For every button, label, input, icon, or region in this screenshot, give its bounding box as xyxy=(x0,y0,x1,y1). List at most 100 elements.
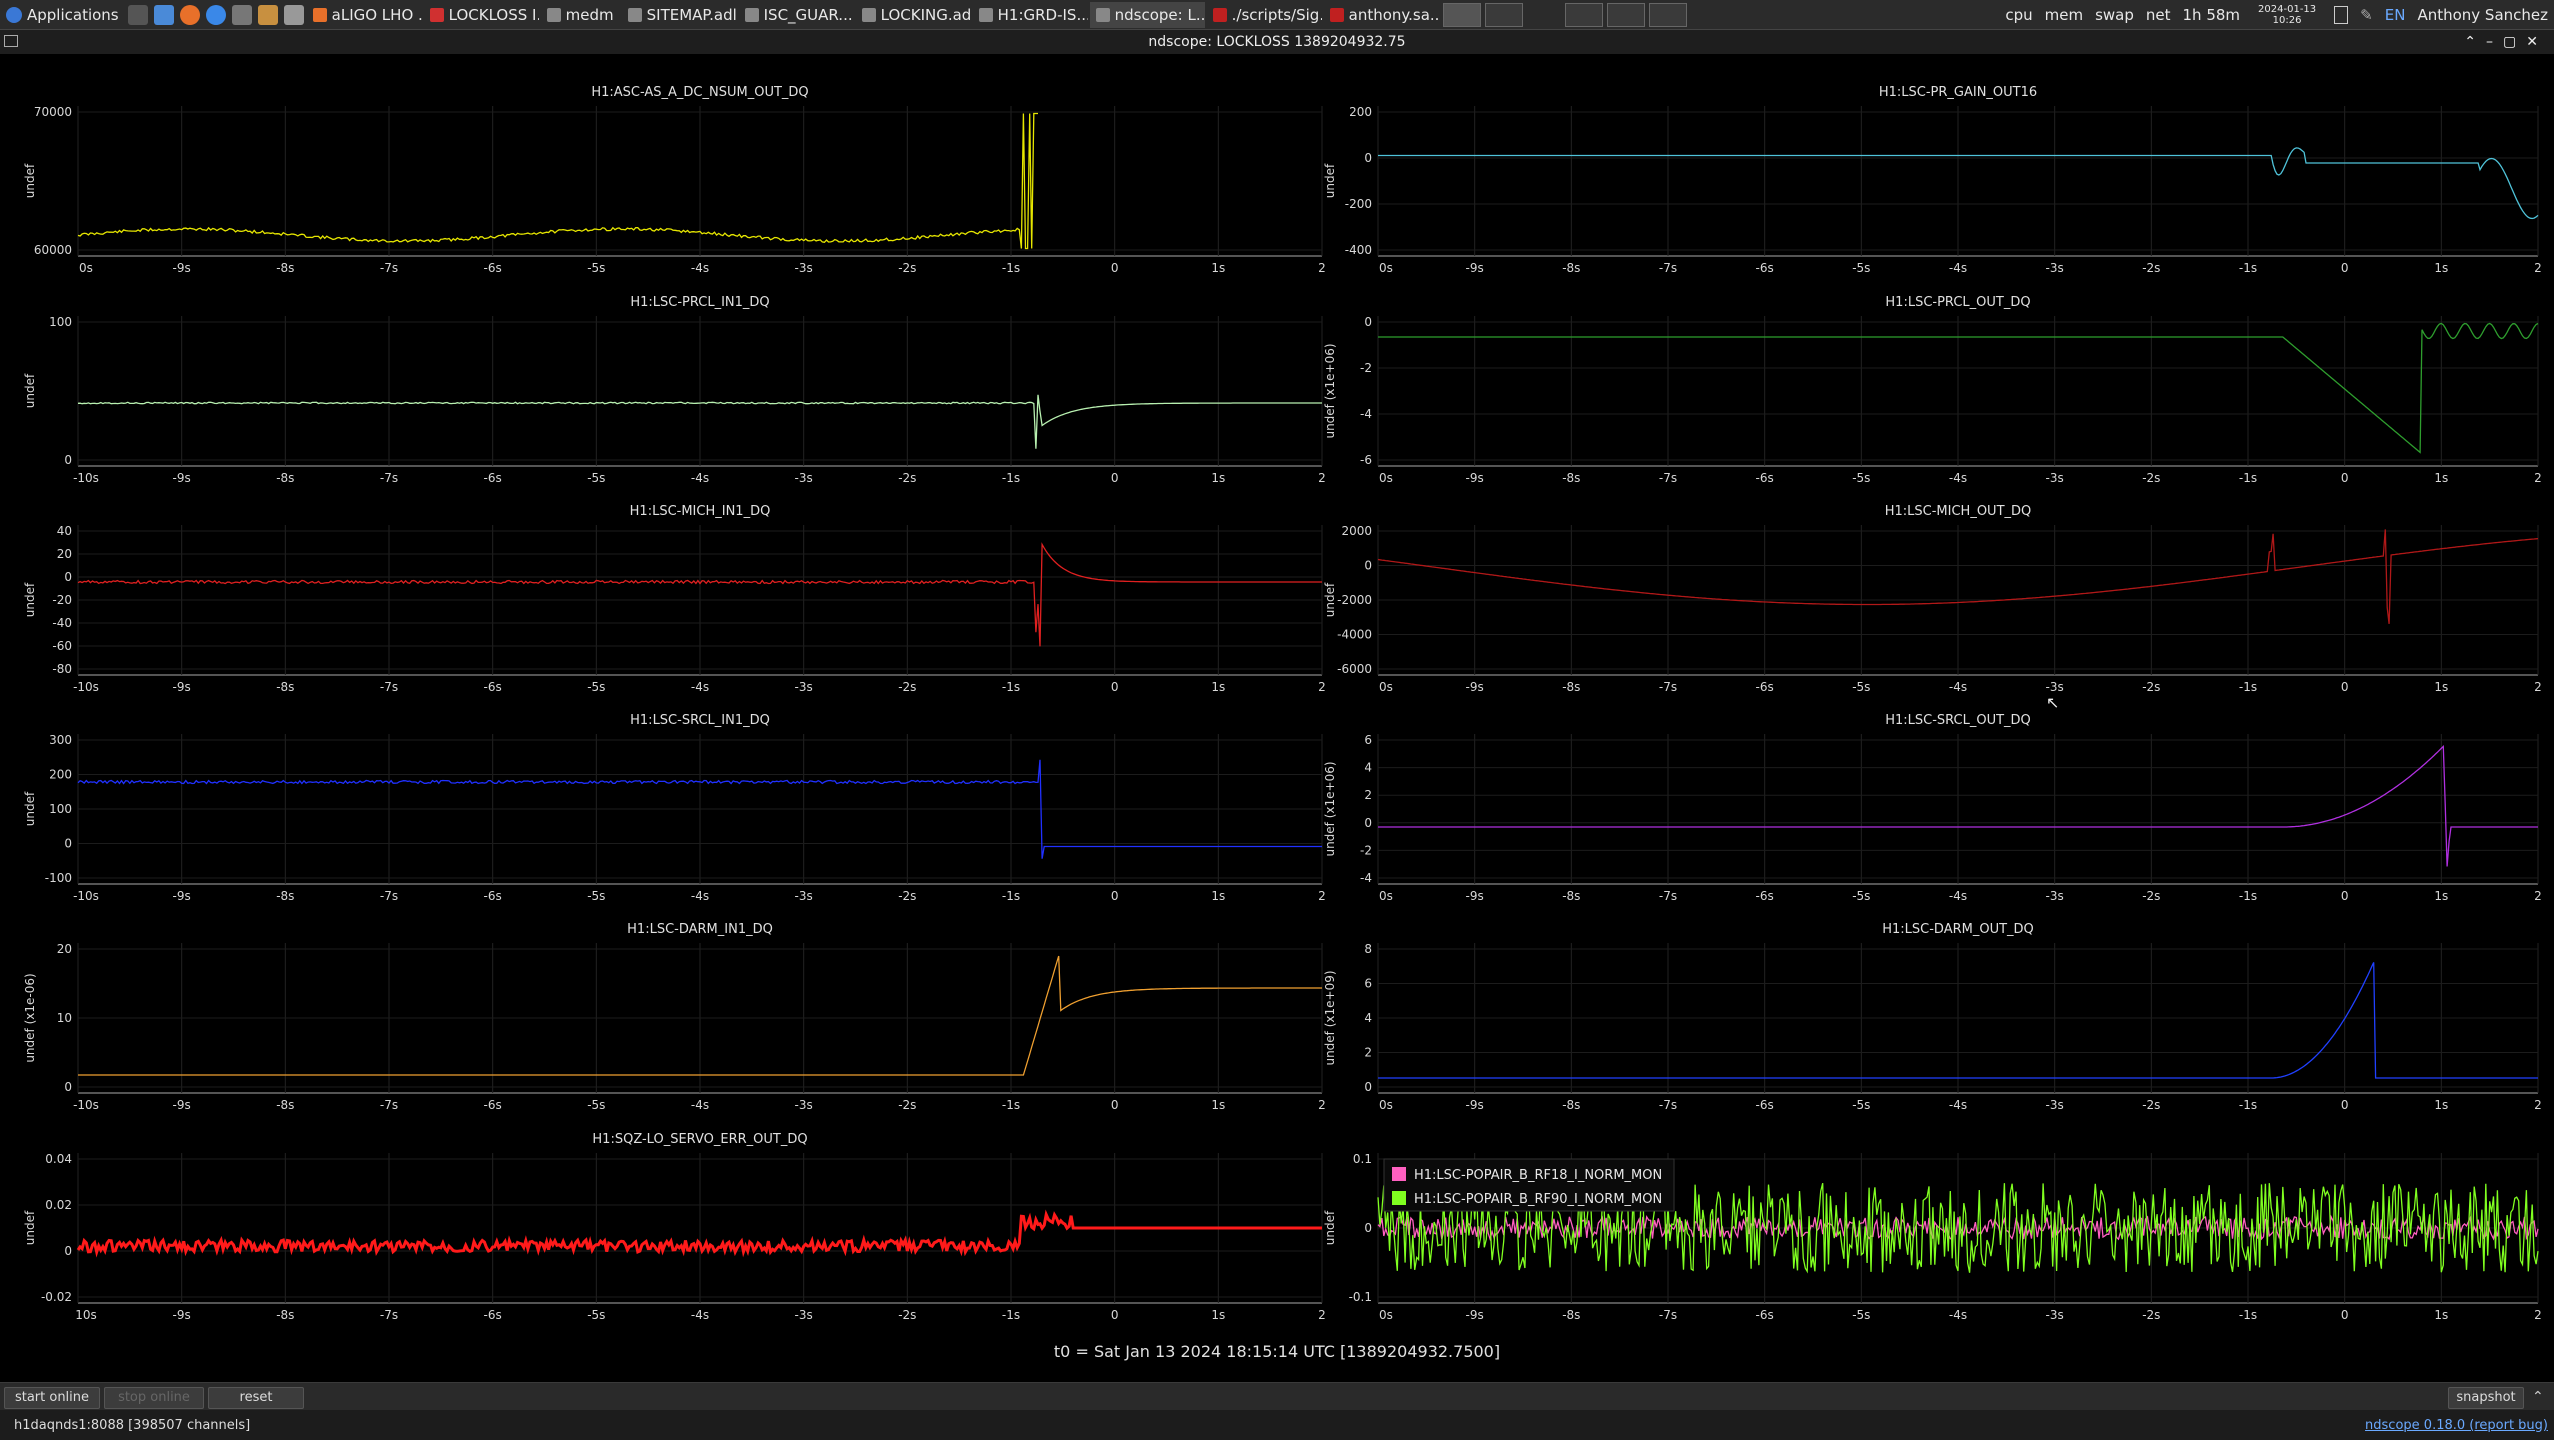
plot-title: H1:LSC-DARM_IN1_DQ xyxy=(627,922,773,937)
task-item[interactable]: anthony.sa... xyxy=(1324,2,1439,28)
maximize-button[interactable]: ▢ xyxy=(2503,34,2526,50)
battery-icon[interactable] xyxy=(2334,5,2349,24)
plot-panel[interactable]: H1:LSC-MICH_IN1_DQ -10s -9s -8s -7s -6s -5s -4s… xyxy=(23,504,1326,694)
x-tick-label: 2 xyxy=(1318,1098,1326,1112)
mem-monitor[interactable]: mem xyxy=(2045,6,2083,24)
workspace-2[interactable] xyxy=(1484,2,1523,27)
stop-online-button[interactable]: stop online xyxy=(104,1387,204,1409)
y-tick-label: 40 xyxy=(57,524,72,538)
plot-panel[interactable]: H1:LSC-SRCL_IN1_DQ -10s -9s -8s -7s -6s -5s -4s… xyxy=(23,713,1326,903)
window-controls: ⌃–▢✕ xyxy=(2464,30,2548,54)
task-item[interactable]: ISC_GUAR... xyxy=(739,2,854,28)
x-tick-label: -3s xyxy=(795,1098,813,1112)
keyboard-layout[interactable]: EN xyxy=(2385,6,2406,24)
collapse-icon[interactable]: ⌃ xyxy=(2532,1389,2544,1405)
y-tick-label: -80 xyxy=(52,662,72,676)
firefox-launcher-icon[interactable] xyxy=(179,4,200,25)
workspace-4[interactable] xyxy=(1606,2,1645,27)
plots-canvas[interactable]: H1:ASC-AS_A_DC_NSUM_OUT_DQ 0s -9s -8s -7s -6s… xyxy=(0,54,2554,1374)
task-item[interactable]: H1:GRD-IS... xyxy=(973,2,1088,28)
version-link[interactable]: ndscope 0.18.0 (report bug) xyxy=(2365,1418,2548,1433)
snapshot-button[interactable]: snapshot xyxy=(2448,1387,2524,1409)
net-monitor[interactable]: net xyxy=(2146,6,2171,24)
user-menu[interactable]: Anthony Sanchez xyxy=(2417,6,2548,24)
task-label: SITEMAP.adl xyxy=(646,5,737,24)
task-label: LOCKING.adl xyxy=(880,5,971,24)
task-item[interactable]: medm xyxy=(541,2,620,28)
x-tick-label: -4s xyxy=(691,471,709,485)
x-tick-label: -4s xyxy=(691,261,709,275)
x-tick-label: -3s xyxy=(2046,889,2064,903)
window-icon xyxy=(546,7,561,22)
swap-monitor[interactable]: swap xyxy=(2095,6,2134,24)
y-axis-label: undef xyxy=(23,163,37,198)
plot-panel[interactable]: H1:LSC-PR_GAIN_OUT16 0s -9s -8s -7s -6s -5s -4s… xyxy=(1323,85,2542,275)
x-tick-label: -1s xyxy=(2239,889,2257,903)
x-tick-label: -7s xyxy=(380,1308,398,1322)
x-tick-label: -1s xyxy=(2239,261,2257,275)
y-axis-label: undef (x1e+06) xyxy=(1323,761,1337,856)
x-tick-label: -4s xyxy=(1949,889,1967,903)
plot-legend[interactable]: H1:LSC-POPAIR_B_RF18_I_NORM_MON H1:LSC-PO… xyxy=(1383,1158,1675,1212)
task-label: medm xyxy=(565,5,614,24)
task-item-active[interactable]: ndscope: L... xyxy=(1089,1,1205,28)
files-launcher-icon[interactable] xyxy=(153,4,174,25)
plot-panel[interactable]: H1:LSC-PRCL_OUT_DQ 0s -9s -8s -7s -6s -5s -4s -3… xyxy=(1323,295,2542,485)
reset-button[interactable]: reset xyxy=(208,1387,304,1409)
firefox-icon xyxy=(312,7,327,22)
window-menu-icon[interactable] xyxy=(4,35,18,47)
x-tick-label: -4s xyxy=(1949,1098,1967,1112)
window-icon xyxy=(861,7,876,22)
plot-panel[interactable]: H1:LSC-DARM_OUT_DQ 0s -9s -8s -7s -6s -5s -4s -3… xyxy=(1323,922,2542,1112)
share-launcher-icon[interactable] xyxy=(231,4,252,25)
x-tick-label: -6s xyxy=(484,1098,502,1112)
workspace-5[interactable] xyxy=(1648,2,1687,27)
applications-menu[interactable]: Applications xyxy=(0,2,125,28)
task-item[interactable]: LOCKLOSS I... xyxy=(424,2,539,28)
x-tick-label: -5s xyxy=(587,261,605,275)
x-tick-label: -8s xyxy=(1562,680,1580,694)
cpu-monitor[interactable]: cpu xyxy=(2005,6,2032,24)
plot-panel[interactable]: H1:LSC-SRCL_OUT_DQ 0s -9s -8s -7s -6s -5s -4s -3… xyxy=(1323,713,2542,903)
task-label: H1:GRD-IS... xyxy=(997,5,1088,24)
x-tick-label: 0 xyxy=(2341,680,2349,694)
x-tick-label: -6s xyxy=(1756,680,1774,694)
plot-panel[interactable]: 0s -9s -8s -7s -6s -5s -4s -3s -2s -1s 0 1s 2 0.1 0 -0.… xyxy=(1323,1152,2542,1322)
task-item[interactable]: aLIGO LHO ... xyxy=(307,2,422,28)
window-icon xyxy=(627,7,642,22)
minimize-button[interactable]: – xyxy=(2486,34,2503,50)
x-tick-label: 1s xyxy=(1211,680,1225,694)
task-item[interactable]: LOCKING.adl xyxy=(856,2,971,28)
x-tick-label: 0 xyxy=(1111,471,1119,485)
task-item[interactable]: SITEMAP.adl xyxy=(622,2,737,28)
terminal-launcher-icon[interactable] xyxy=(127,4,148,25)
y-tick-label: 6 xyxy=(1364,733,1372,747)
window-titlebar: ndscope: LOCKLOSS 1389204932.75 ⌃–▢✕ xyxy=(0,30,2554,54)
task-item[interactable]: ./scripts/Sig... xyxy=(1207,2,1322,28)
x-tick-label: -4s xyxy=(1949,680,1967,694)
chrome-launcher-icon[interactable] xyxy=(205,4,226,25)
workspace-3[interactable] xyxy=(1564,2,1603,27)
editor-launcher-icon[interactable] xyxy=(283,4,304,25)
close-button[interactable]: ✕ xyxy=(2526,34,2548,50)
workspace-1[interactable] xyxy=(1442,2,1481,27)
y-axis-label: undef (x1e-06) xyxy=(23,973,37,1062)
plot-panel[interactable]: H1:LSC-PRCL_IN1_DQ -10s -9s -8s -7s -6s -5s -4s… xyxy=(23,295,1326,485)
plot-panel[interactable]: H1:SQZ-LO_SERVO_ERR_OUT_DQ 10s -9s -8s -7s -6… xyxy=(23,1132,1326,1322)
x-tick-label: -4s xyxy=(691,680,709,694)
y-tick-label: -2 xyxy=(1360,843,1372,857)
x-tick-label: -5s xyxy=(1852,1098,1870,1112)
tools-launcher-icon[interactable] xyxy=(257,4,278,25)
clock[interactable]: 2024-01-13 10:26 xyxy=(2252,4,2322,26)
x-tick-label: -7s xyxy=(1659,1098,1677,1112)
plot-panel[interactable]: H1:ASC-AS_A_DC_NSUM_OUT_DQ 0s -9s -8s -7s -6s… xyxy=(23,85,1326,275)
x-tick-label: -3s xyxy=(2046,261,2064,275)
start-online-button[interactable]: start online xyxy=(4,1387,100,1409)
minimize-icon[interactable]: ⌃ xyxy=(2464,34,2486,50)
y-tick-label: -6 xyxy=(1360,453,1372,467)
y-tick-label: 70000 xyxy=(34,105,72,119)
plot-panel[interactable]: H1:LSC-DARM_IN1_DQ -10s -9s -8s -7s -6s -5s -4s… xyxy=(23,922,1326,1112)
x-tick-label: 2 xyxy=(1318,261,1326,275)
network-icon[interactable]: ✎ xyxy=(2360,6,2373,24)
plot-panel[interactable]: H1:LSC-MICH_OUT_DQ 0s -9s -8s -7s -6s -5s -4s -3… xyxy=(1323,504,2542,694)
